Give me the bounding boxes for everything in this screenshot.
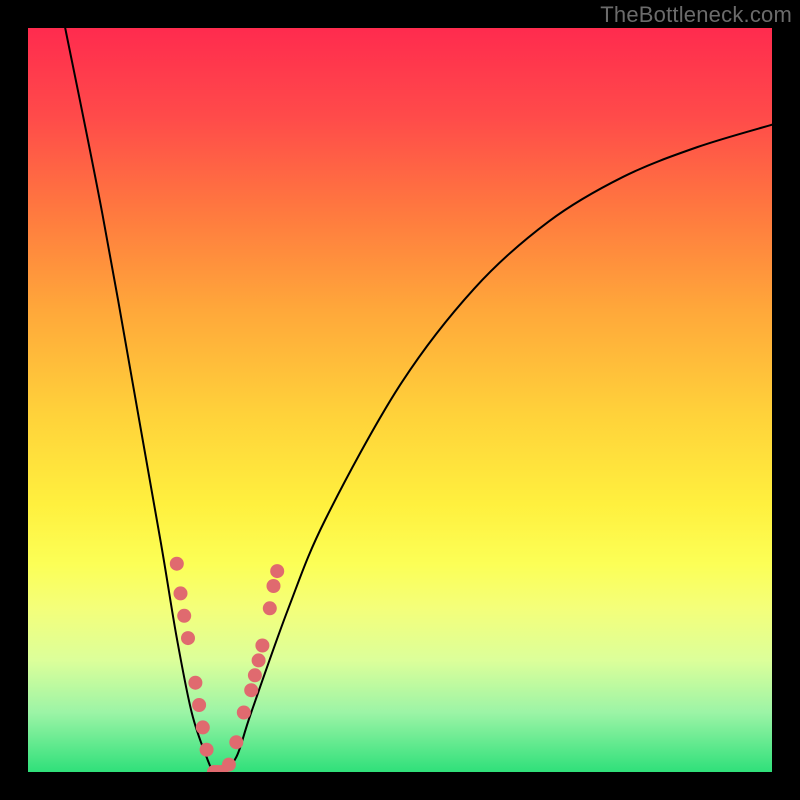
curve-marker — [255, 639, 269, 653]
curve-marker — [196, 720, 210, 734]
curve-marker — [229, 735, 243, 749]
curve-marker — [200, 743, 214, 757]
outer-frame: TheBottleneck.com — [0, 0, 800, 800]
curve-marker — [181, 631, 195, 645]
curve-marker — [192, 698, 206, 712]
curve-marker — [177, 609, 191, 623]
gradient-plot-area — [28, 28, 772, 772]
curve-marker — [252, 653, 266, 667]
curve-marker — [270, 564, 284, 578]
curve-marker — [188, 676, 202, 690]
curve-marker — [222, 758, 236, 772]
curve-marker — [263, 601, 277, 615]
curve-marker — [174, 586, 188, 600]
curve-layer — [28, 28, 772, 772]
curve-marker — [237, 706, 251, 720]
watermark-text: TheBottleneck.com — [600, 2, 792, 28]
curve-marker — [248, 668, 262, 682]
curve-marker — [170, 557, 184, 571]
curve-marker — [267, 579, 281, 593]
bottleneck-curve — [65, 28, 772, 772]
curve-marker — [244, 683, 258, 697]
